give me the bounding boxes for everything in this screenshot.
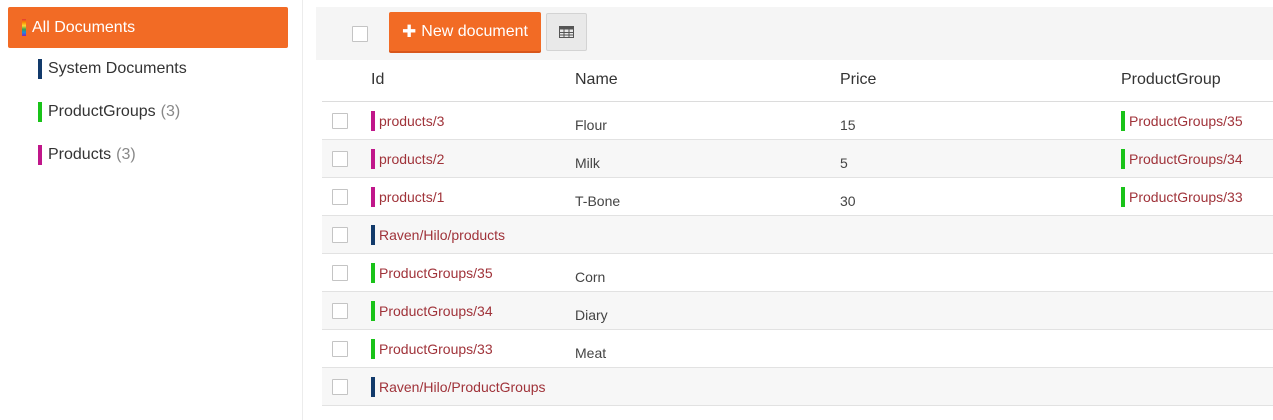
rainbow-color-bar (22, 19, 26, 36)
cell-price: 15 (840, 117, 856, 133)
sidebar-item-system-documents[interactable]: System Documents (38, 57, 187, 81)
new-document-button[interactable]: ✚ New document (389, 12, 541, 51)
cell-name: Diary (575, 307, 608, 323)
row-checkbox[interactable] (332, 303, 348, 319)
sidebar-item-label: Products (48, 146, 112, 163)
all-documents-item[interactable]: All Documents (8, 7, 288, 48)
productgroup-link[interactable]: ProductGroups/34 (1121, 149, 1243, 169)
document-id-text: Raven/Hilo/ProductGroups (379, 379, 546, 395)
row-checkbox[interactable] (332, 265, 348, 281)
collection-color-bar (38, 102, 42, 122)
table-row[interactable]: Raven/Hilo/ProductGroups (322, 368, 1273, 406)
collections-sidebar: All Documents System Documents ProductGr… (0, 0, 296, 420)
document-id-link[interactable]: products/3 (371, 111, 444, 131)
collection-color-bar (38, 145, 42, 165)
select-all-checkbox[interactable] (352, 26, 368, 42)
document-id-link[interactable]: ProductGroups/34 (371, 301, 493, 321)
productgroup-link-text: ProductGroups/35 (1129, 113, 1243, 129)
document-id-link[interactable]: Raven/Hilo/products (371, 225, 505, 245)
sidebar-item-count: (3) (160, 103, 181, 120)
cell-name: Flour (575, 117, 607, 133)
table-row[interactable]: Raven/Hilo/products (322, 216, 1273, 254)
all-documents-label: All Documents (32, 18, 136, 36)
row-checkbox[interactable] (332, 113, 348, 129)
collection-color-bar (371, 187, 375, 207)
table-icon (559, 26, 574, 38)
productgroup-link-text: ProductGroups/34 (1129, 151, 1243, 167)
sidebar-item-label: System Documents (48, 60, 187, 77)
document-id-text: products/3 (379, 113, 445, 129)
document-id-text: Raven/Hilo/products (379, 227, 506, 243)
row-checkbox[interactable] (332, 341, 348, 357)
sidebar-item-count: (3) (116, 146, 136, 163)
document-id-link[interactable]: ProductGroups/35 (371, 263, 493, 283)
table-view-button[interactable] (546, 13, 587, 51)
collection-color-bar (1121, 149, 1125, 169)
toolbar: ✚ New document (316, 7, 1273, 60)
sidebar-divider (302, 0, 303, 420)
collection-color-bar (371, 111, 375, 131)
table-row[interactable]: ProductGroups/33 Meat (322, 330, 1273, 368)
productgroup-link[interactable]: ProductGroups/33 (1121, 187, 1243, 207)
collection-color-bar (371, 225, 375, 245)
cell-price: 5 (840, 155, 848, 171)
cell-name: Meat (575, 345, 607, 361)
table-row[interactable]: ProductGroups/35 Corn (322, 254, 1273, 292)
collection-color-bar (371, 301, 375, 321)
document-id-link[interactable]: products/1 (371, 187, 444, 207)
collection-color-bar (371, 339, 375, 359)
document-id-text: products/2 (379, 151, 445, 167)
table-header: Id Name Price ProductGroup (322, 60, 1273, 102)
collection-color-bar (371, 149, 375, 169)
table-row[interactable]: products/3 Flour 15 ProductGroups/35 (322, 102, 1273, 140)
document-id-text: ProductGroups/35 (379, 265, 493, 281)
row-checkbox[interactable] (332, 379, 348, 395)
cell-name: Milk (575, 155, 600, 171)
column-header-productgroup[interactable]: ProductGroup (1121, 71, 1221, 89)
document-id-text: ProductGroups/33 (379, 341, 493, 357)
row-checkbox[interactable] (332, 151, 348, 167)
document-id-link[interactable]: products/2 (371, 149, 444, 169)
sidebar-item-label: ProductGroups (48, 103, 156, 120)
new-document-label: New document (421, 22, 528, 40)
table-row[interactable]: products/2 Milk 5 ProductGroups/34 (322, 140, 1273, 178)
collection-color-bar (1121, 111, 1125, 131)
sidebar-item-productgroups[interactable]: ProductGroups (3) (38, 100, 180, 124)
row-checkbox[interactable] (332, 189, 348, 205)
cell-name: Corn (575, 269, 606, 285)
sidebar-item-products[interactable]: Products (3) (38, 143, 136, 167)
table-row[interactable]: products/1 T-Bone 30 ProductGroups/33 (322, 178, 1273, 216)
cell-price: 30 (840, 193, 856, 209)
collection-color-bar (38, 59, 42, 79)
document-id-text: products/1 (379, 189, 445, 205)
document-id-text: ProductGroups/34 (379, 303, 493, 319)
collection-color-bar (371, 263, 375, 283)
column-header-id[interactable]: Id (371, 71, 384, 89)
column-header-name[interactable]: Name (575, 71, 618, 89)
row-checkbox[interactable] (332, 227, 348, 243)
collection-color-bar (371, 377, 375, 397)
documents-panel: ✚ New document Id Name Price ProductGrou… (316, 7, 1273, 420)
productgroup-link[interactable]: ProductGroups/35 (1121, 111, 1243, 131)
table-row[interactable]: ProductGroups/34 Diary (322, 292, 1273, 330)
cell-name: T-Bone (575, 193, 621, 209)
column-header-price[interactable]: Price (840, 71, 876, 89)
plus-icon: ✚ (402, 21, 417, 41)
document-id-link[interactable]: ProductGroups/33 (371, 339, 493, 359)
documents-table-body: products/3 Flour 15 ProductGroups/35 pro… (322, 102, 1273, 406)
productgroup-link-text: ProductGroups/33 (1129, 189, 1243, 205)
document-id-link[interactable]: Raven/Hilo/ProductGroups (371, 377, 546, 397)
collection-color-bar (1121, 187, 1125, 207)
